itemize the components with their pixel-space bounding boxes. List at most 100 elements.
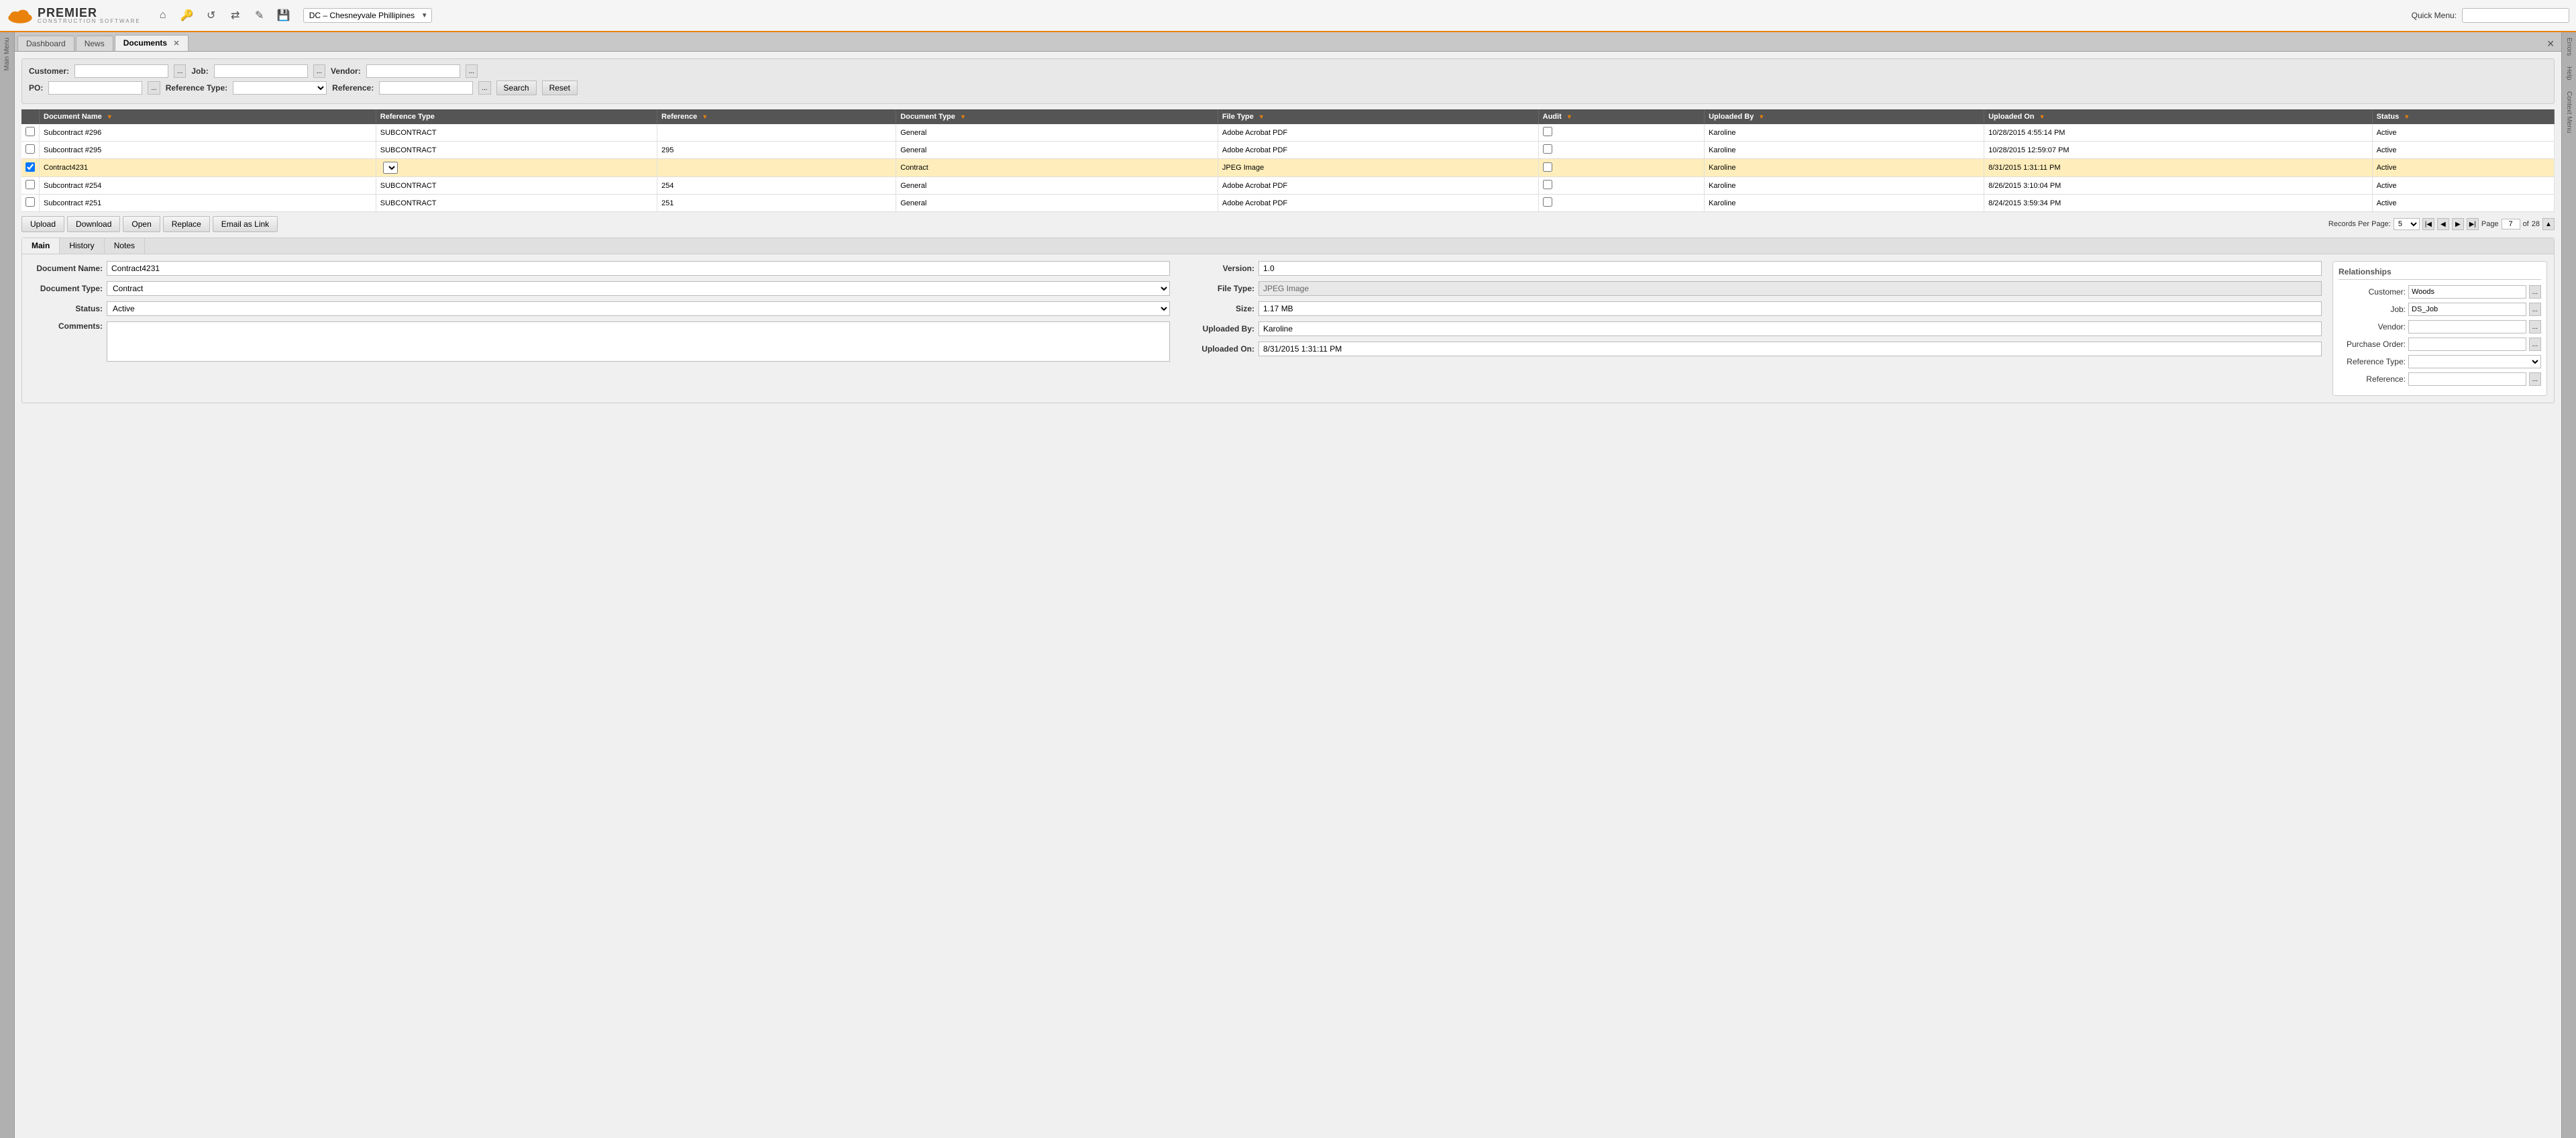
rel-po-browse-btn[interactable]: ... (2529, 338, 2541, 351)
rel-job-label: Job: (2339, 305, 2406, 314)
job-input[interactable] (214, 64, 308, 78)
filter-doc-type-icon[interactable]: ▼ (960, 113, 966, 120)
window-close-icon[interactable]: ✕ (2542, 37, 2559, 51)
row-checkbox[interactable] (25, 180, 35, 189)
filter-uploaded-on-icon[interactable]: ▼ (2039, 113, 2045, 120)
vendor-input[interactable] (366, 64, 460, 78)
cell-audit (1538, 195, 1704, 212)
detail-size-row: Size: (1181, 301, 2322, 316)
detail-tab-notes[interactable]: Notes (105, 238, 145, 254)
customer-input[interactable] (74, 64, 168, 78)
audit-checkbox[interactable] (1543, 197, 1552, 207)
vendor-browse-btn[interactable]: ... (466, 64, 478, 78)
context-menu-label[interactable]: Context Menu (2565, 86, 2573, 138)
scroll-up-btn[interactable]: ▲ (2542, 218, 2555, 230)
reference-input[interactable] (379, 81, 473, 95)
table-row[interactable]: Subcontract #254 SUBCONTRACT 254 General… (21, 177, 2555, 195)
cell-uploaded-by: Karoline (1705, 177, 1984, 195)
detail-doc-type-select[interactable]: ContractGeneral (107, 281, 1170, 296)
table-row[interactable]: Subcontract #251 SUBCONTRACT 251 General… (21, 195, 2555, 212)
errors-label[interactable]: Errors (2565, 32, 2573, 61)
detail-uploaded-by-input[interactable] (1258, 321, 2322, 336)
job-browse-btn[interactable]: ... (313, 64, 325, 78)
rel-reference-browse-btn[interactable]: ... (2529, 372, 2541, 386)
rel-job-browse-btn[interactable]: ... (2529, 303, 2541, 316)
tab-close-icon[interactable]: ✕ (173, 40, 179, 48)
page-input[interactable] (2502, 219, 2520, 229)
save-icon[interactable]: 💾 (275, 7, 292, 24)
po-input[interactable] (48, 81, 142, 95)
cell-uploaded-on: 8/26/2015 3:10:04 PM (1984, 177, 2373, 195)
detail-version-input[interactable] (1258, 261, 2322, 276)
rel-customer-browse-btn[interactable]: ... (2529, 285, 2541, 299)
filter-file-type-icon[interactable]: ▼ (1258, 113, 1265, 120)
detail-comments-textarea[interactable] (107, 321, 1170, 362)
edit-icon[interactable]: ✎ (251, 7, 268, 24)
row-checkbox[interactable] (25, 162, 35, 172)
rel-customer-input[interactable] (2408, 285, 2526, 299)
help-label[interactable]: Help (2565, 61, 2573, 86)
filter-status-icon[interactable]: ▼ (2404, 113, 2410, 120)
main-menu-label[interactable]: Main Menu (3, 32, 11, 76)
page-first-btn[interactable]: |◀ (2422, 218, 2434, 230)
page-last-btn[interactable]: ▶| (2467, 218, 2479, 230)
row-checkbox[interactable] (25, 197, 35, 207)
detail-status-select[interactable]: ActiveInactive (107, 301, 1170, 316)
search-button[interactable]: Search (496, 81, 537, 95)
row-checkbox[interactable] (25, 144, 35, 154)
audit-checkbox[interactable] (1543, 127, 1552, 136)
detail-uploaded-on-input[interactable] (1258, 342, 2322, 356)
replace-button[interactable]: Replace (163, 216, 210, 232)
rel-job-input[interactable] (2408, 303, 2526, 316)
per-page-select[interactable]: 5102550 (2394, 218, 2420, 230)
search-row-1: Customer: ... Job: ... Vendor: ... (29, 64, 2547, 78)
ref-type-select[interactable] (233, 81, 327, 95)
detail-comments-label: Comments: (29, 321, 103, 331)
tab-dashboard[interactable]: Dashboard (17, 36, 74, 51)
audit-checkbox[interactable] (1543, 144, 1552, 154)
rel-vendor-browse-btn[interactable]: ... (2529, 320, 2541, 333)
rel-reference-input[interactable] (2408, 372, 2526, 386)
detail-tab-main[interactable]: Main (22, 238, 60, 254)
cell-status: Active (2372, 177, 2554, 195)
home-icon[interactable]: ⌂ (154, 7, 172, 24)
audit-checkbox[interactable] (1543, 180, 1552, 189)
rel-po-input[interactable] (2408, 338, 2526, 351)
reference-browse-btn[interactable]: ... (478, 81, 490, 95)
key-icon[interactable]: 🔑 (178, 7, 196, 24)
filter-doc-name-icon[interactable]: ▼ (107, 113, 113, 120)
upload-button[interactable]: Upload (21, 216, 64, 232)
table-row[interactable]: Subcontract #295 SUBCONTRACT 295 General… (21, 142, 2555, 159)
tab-documents[interactable]: Documents ✕ (115, 35, 189, 51)
cell-uploaded-by: Karoline (1705, 124, 1984, 142)
cell-uploaded-by: Karoline (1705, 159, 1984, 177)
tab-news[interactable]: News (76, 36, 113, 51)
dc-selector[interactable]: DC – Chesneyvale Phillipines (303, 8, 432, 23)
table-row[interactable]: Subcontract #296 SUBCONTRACT General Ado… (21, 124, 2555, 142)
filter-reference-icon[interactable]: ▼ (702, 113, 708, 120)
row-checkbox[interactable] (25, 127, 35, 136)
filter-audit-icon[interactable]: ▼ (1566, 113, 1572, 120)
email-as-link-button[interactable]: Email as Link (213, 216, 278, 232)
cell-doc-type: General (896, 142, 1218, 159)
quick-menu-input[interactable] (2462, 8, 2569, 23)
open-button[interactable]: Open (123, 216, 160, 232)
detail-doc-name-input[interactable] (107, 261, 1170, 276)
rel-vendor-input[interactable] (2408, 320, 2526, 333)
refresh-icon[interactable]: ↺ (203, 7, 220, 24)
po-browse-btn[interactable]: ... (148, 81, 160, 95)
detail-tab-history[interactable]: History (60, 238, 104, 254)
table-row[interactable]: Contract4231 Contract JPEG Image Karolin… (21, 159, 2555, 177)
rel-ref-type-select[interactable] (2408, 355, 2541, 368)
audit-checkbox[interactable] (1543, 162, 1552, 172)
customer-browse-btn[interactable]: ... (174, 64, 186, 78)
sync-icon[interactable]: ⇄ (227, 7, 244, 24)
row-checkbox-cell (21, 177, 40, 195)
detail-size-input[interactable] (1258, 301, 2322, 316)
page-prev-btn[interactable]: ◀ (2437, 218, 2449, 230)
reset-button[interactable]: Reset (542, 81, 578, 95)
page-next-btn[interactable]: ▶ (2452, 218, 2464, 230)
download-button[interactable]: Download (67, 216, 120, 232)
filter-uploaded-by-icon[interactable]: ▼ (1758, 113, 1764, 120)
left-sidebar: Main Menu (0, 32, 15, 1138)
